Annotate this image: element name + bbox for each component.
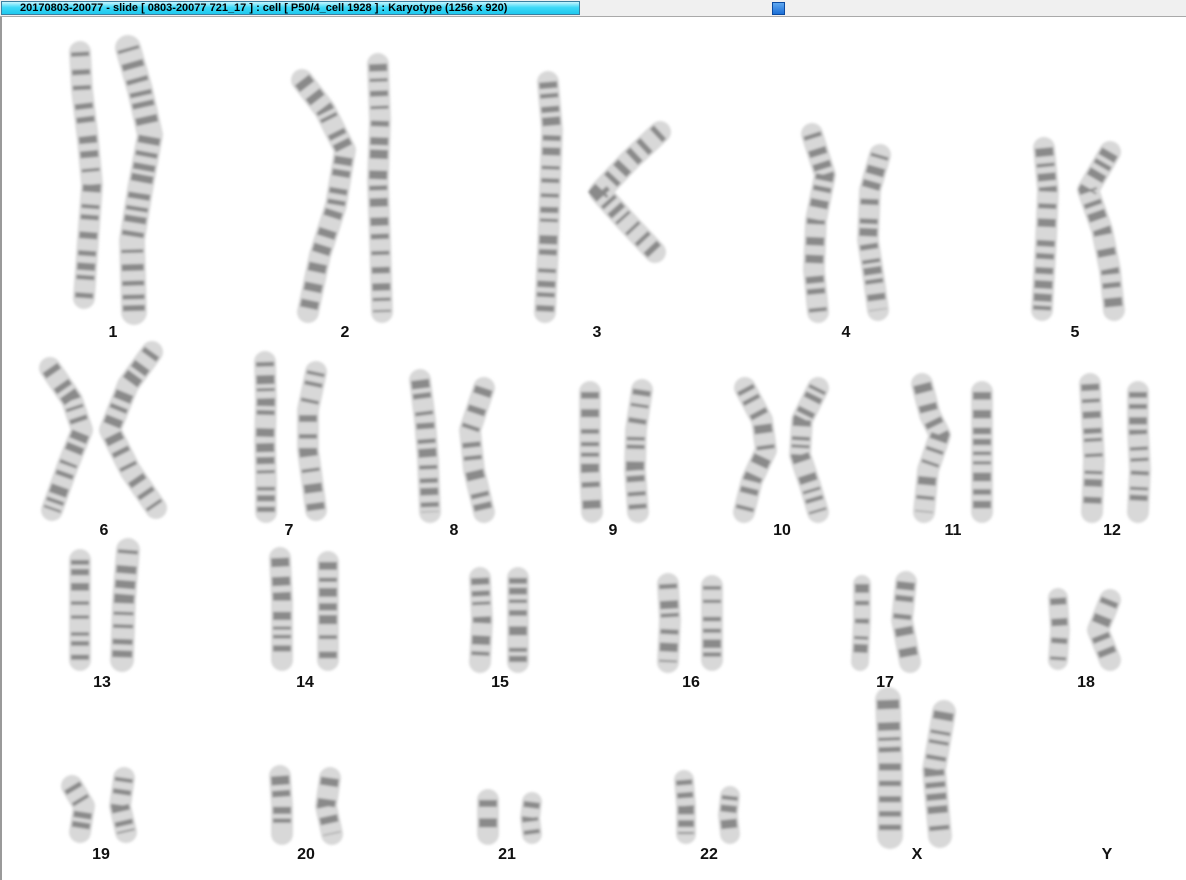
- chromosome: [520, 792, 542, 844]
- chromosome: [1031, 137, 1059, 321]
- chromosome-label: 22: [700, 846, 718, 863]
- chromosome-label: 1: [108, 324, 118, 341]
- chromosome: [891, 571, 921, 673]
- chromosome: [269, 547, 293, 671]
- chromosome: [459, 377, 495, 523]
- chromosome: [587, 121, 671, 263]
- chromosome: [857, 144, 891, 321]
- chromosome: [733, 377, 777, 523]
- chromosome-label: 6: [99, 522, 109, 539]
- chromosome: [789, 377, 829, 523]
- chromosome: [1077, 141, 1125, 321]
- chromosome: [367, 53, 393, 323]
- chromosome: [875, 687, 903, 849]
- chromosome: [1127, 381, 1151, 523]
- chromosome: [254, 351, 277, 523]
- chromosome: [39, 357, 93, 521]
- chromosome: [315, 767, 343, 845]
- chromosome-label: 7: [284, 522, 294, 539]
- chromosome-label: 4: [841, 324, 851, 341]
- chromosome: [801, 123, 836, 323]
- chromosome: [469, 567, 493, 673]
- chromosome-label: 13: [93, 674, 111, 691]
- chromosome: [409, 369, 441, 523]
- chromosome: [1087, 589, 1121, 671]
- chromosome: [1079, 373, 1105, 523]
- chromosome-label: 18: [1077, 674, 1095, 691]
- chromosome: [922, 700, 956, 848]
- chromosome-label: X: [911, 846, 923, 863]
- chromosome: [269, 765, 293, 845]
- chromosome: [624, 379, 653, 523]
- chromosome: [674, 770, 696, 844]
- chromosome-label: 5: [1070, 324, 1080, 341]
- chromosome: [579, 381, 603, 523]
- chromosome-label: 10: [773, 522, 791, 539]
- chromosome-label: 17: [876, 674, 894, 691]
- chromosome: [718, 786, 740, 844]
- chromosome-label: 15: [491, 674, 509, 691]
- chromosome-label: 21: [498, 846, 516, 863]
- chromosome-label: 20: [297, 846, 315, 863]
- chromosome-label: 2: [340, 324, 350, 341]
- chromosome: [534, 71, 563, 323]
- chromosome: [851, 575, 871, 671]
- chromosome-label: 9: [608, 522, 618, 539]
- chromosome-label: 16: [682, 674, 700, 691]
- chromosome-label: Y: [1101, 846, 1113, 863]
- chromosome: [115, 35, 163, 325]
- chromosome: [61, 775, 95, 843]
- chromosome-label: 14: [296, 674, 314, 691]
- chromosome: [657, 573, 681, 673]
- chromosome: [69, 41, 103, 309]
- chromosome-label: 11: [944, 522, 962, 539]
- chromosome: [291, 69, 356, 323]
- chromosome: [1048, 588, 1070, 670]
- chromosome: [99, 341, 167, 519]
- chromosome-label: 12: [1103, 522, 1121, 539]
- chromosome-label: 3: [592, 324, 602, 341]
- chromosome: [297, 361, 327, 521]
- chromosome: [109, 767, 137, 843]
- chromosome: [110, 538, 140, 672]
- karyotype-canvas: [39, 35, 1151, 849]
- chromosome-label: 19: [92, 846, 110, 863]
- chromosome-label: 8: [449, 522, 459, 539]
- chromosome: [911, 373, 951, 523]
